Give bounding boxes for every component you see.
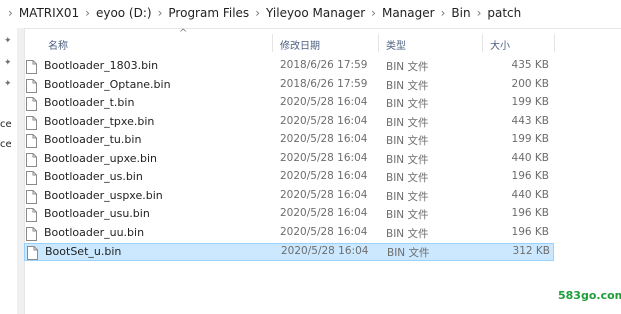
file-type: BIN 文件: [386, 227, 429, 240]
file-modified-date: 2020/5/28 16:04: [280, 225, 368, 238]
file-row[interactable]: Bootloader_upxe.bin 2020/5/28 16:04 BIN 文件…: [24, 151, 554, 169]
file-row[interactable]: Bootloader_uspxe.bin 2020/5/28 16:04 BIN 文…: [24, 188, 554, 206]
file-type: BIN 文件: [386, 153, 429, 166]
file-type: BIN 文件: [386, 209, 429, 221]
file-row[interactable]: Bootloader_uu.bin 2020/5/28 16:04 BIN 文件 19…: [24, 225, 554, 243]
file-name: Bootloader_uspxe.bin: [44, 188, 163, 202]
file-modified-date: 2020/5/28 16:04: [281, 245, 369, 257]
column-header-size[interactable]: 大小: [490, 37, 510, 52]
file-icon: [26, 78, 37, 93]
breadcrumb-item[interactable]: Bin: [451, 6, 470, 20]
file-modified-date: 2020/5/28 16:04: [280, 96, 368, 108]
breadcrumb-item[interactable]: MATRIX01: [19, 6, 79, 20]
watermark: 583go.com: [558, 289, 621, 302]
file-row[interactable]: Bootloader_Optane.bin 2018/6/26 17:59 BIN …: [24, 77, 554, 95]
breadcrumb-item[interactable]: Manager: [382, 6, 435, 20]
chevron-right-icon[interactable]: ›: [85, 6, 90, 20]
column-divider[interactable]: [378, 34, 379, 52]
file-name: Bootloader_1803.bin: [44, 59, 159, 72]
column-divider[interactable]: [272, 34, 273, 52]
breadcrumb: › MATRIX01 › eyoo (D:) › Program Files › Yileyo…: [8, 6, 521, 20]
breadcrumb-item[interactable]: Yileyoo Manager: [266, 6, 365, 20]
file-type: BIN 文件: [386, 98, 429, 110]
file-icon: [26, 226, 37, 241]
file-type: BIN 文件: [387, 247, 430, 259]
file-row[interactable]: BootSet_u.bin 2020/5/28 16:04 BIN 文件 312 KB: [24, 243, 554, 261]
file-row[interactable]: Bootloader_usu.bin 2020/5/28 16:04 BIN 文件 1…: [24, 206, 554, 224]
column-header-modified[interactable]: 修改日期: [280, 37, 320, 52]
file-modified-date: 2020/5/28 16:04: [280, 151, 368, 164]
file-size: 200 KB: [511, 77, 549, 90]
chevron-right-icon[interactable]: ›: [255, 6, 260, 20]
file-size: 199 KB: [511, 133, 549, 145]
column-header-name[interactable]: 名称: [48, 37, 68, 52]
file-row[interactable]: Bootloader_tpxe.bin 2020/5/28 16:04 BIN 文件…: [24, 114, 554, 132]
column-divider[interactable]: [482, 34, 483, 52]
file-size: 196 KB: [511, 170, 549, 182]
file-modified-date: 2020/5/28 16:04: [280, 188, 368, 201]
pin-icon[interactable]: ✦: [4, 58, 12, 68]
file-name: Bootloader_tpxe.bin: [44, 114, 155, 128]
file-row[interactable]: Bootloader_tu.bin 2020/5/28 16:04 BIN 文件 19…: [24, 132, 554, 150]
file-name: Bootloader_Optane.bin: [44, 77, 171, 91]
chevron-right-icon[interactable]: ›: [371, 6, 376, 20]
file-type: BIN 文件: [386, 172, 429, 184]
file-row[interactable]: Bootloader_t.bin 2020/5/28 16:04 BIN 文件 199…: [24, 95, 554, 113]
file-size: 196 KB: [511, 207, 549, 219]
file-size: 199 KB: [511, 96, 549, 108]
chevron-right-icon[interactable]: ›: [158, 6, 163, 20]
file-size: 440 KB: [511, 151, 549, 164]
file-modified-date: 2020/5/28 16:04: [280, 133, 368, 145]
file-modified-date: 2020/5/28 16:04: [280, 207, 368, 219]
file-icon: [26, 96, 37, 111]
file-type: BIN 文件: [386, 135, 429, 147]
file-icon: [26, 59, 37, 74]
breadcrumb-item[interactable]: eyoo (D:): [96, 6, 152, 20]
file-name: Bootloader_tu.bin: [44, 133, 142, 146]
file-name: Bootloader_t.bin: [44, 96, 135, 109]
file-size: 443 KB: [511, 114, 549, 127]
file-modified-date: 2018/6/26 17:59: [280, 77, 368, 90]
file-row[interactable]: Bootloader_us.bin 2020/5/28 16:04 BIN 文件 19…: [24, 169, 554, 187]
file-name: BootSet_u.bin: [45, 245, 122, 258]
file-name: Bootloader_upxe.bin: [44, 151, 158, 165]
breadcrumb-item[interactable]: patch: [487, 6, 521, 20]
file-name: Bootloader_us.bin: [44, 170, 143, 183]
file-icon: [27, 245, 38, 260]
column-divider[interactable]: [554, 34, 555, 52]
column-header-type[interactable]: 类型: [386, 37, 406, 52]
file-type: BIN 文件: [386, 61, 429, 73]
file-size: 435 KB: [511, 59, 549, 71]
sort-ascending-icon: ^: [179, 28, 188, 39]
chevron-right-icon[interactable]: ›: [8, 6, 13, 20]
file-size: 440 KB: [511, 188, 549, 201]
chevron-right-icon[interactable]: ›: [441, 6, 446, 20]
file-icon: [26, 170, 37, 185]
chevron-right-icon[interactable]: ›: [477, 6, 482, 20]
breadcrumb-item[interactable]: Program Files: [168, 6, 249, 20]
file-modified-date: 2020/5/28 16:04: [280, 170, 368, 182]
file-type: BIN 文件: [386, 116, 429, 129]
pin-icon[interactable]: ✦: [4, 36, 12, 46]
pin-icon[interactable]: ✦: [4, 79, 12, 89]
address-bar[interactable]: › MATRIX01 › eyoo (D:) › Program Files › Yileyo…: [0, 0, 621, 29]
file-modified-date: 2018/6/26 17:59: [280, 59, 368, 71]
file-size: 312 KB: [512, 245, 550, 257]
file-icon: [26, 207, 37, 222]
file-modified-date: 2020/5/28 16:04: [280, 114, 368, 127]
file-row[interactable]: Bootloader_1803.bin 2018/6/26 17:59 BIN 文件…: [24, 58, 554, 76]
file-icon: [26, 133, 37, 148]
navigation-pane: ✦ ✦ ✦ ce ce: [0, 28, 17, 314]
file-icon: [26, 115, 37, 130]
file-size: 196 KB: [511, 225, 549, 238]
nav-item-label[interactable]: ce: [0, 119, 12, 130]
file-type: BIN 文件: [386, 79, 429, 92]
file-icon: [26, 189, 37, 204]
file-type: BIN 文件: [386, 190, 429, 203]
column-header-row: ^ 名称 修改日期 类型 大小: [24, 28, 621, 56]
file-name: Bootloader_usu.bin: [44, 207, 150, 220]
file-icon: [26, 152, 37, 167]
file-name: Bootloader_uu.bin: [44, 225, 145, 239]
nav-item-label[interactable]: ce: [0, 139, 12, 150]
